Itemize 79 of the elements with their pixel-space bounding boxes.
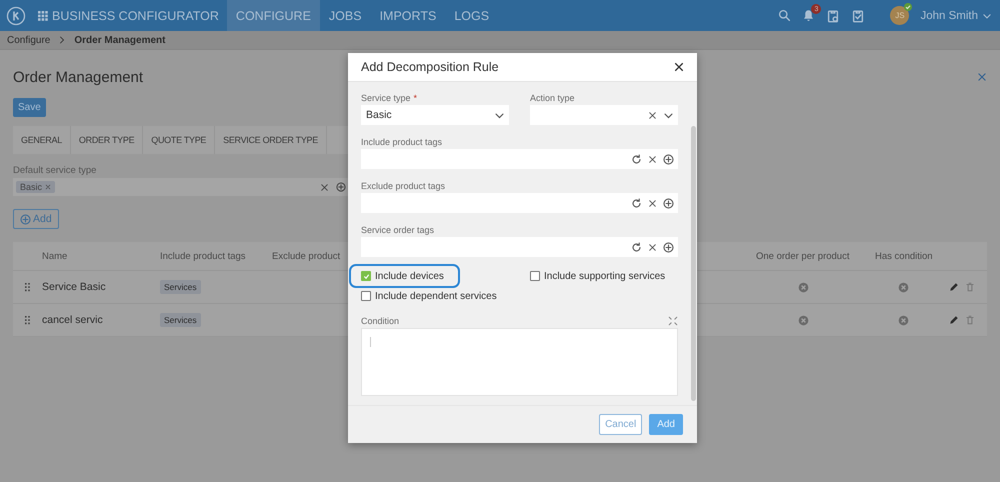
nav-tab[interactable]: JOBS xyxy=(320,0,371,31)
settings-tab[interactable]: SERVICE ORDER TYPE xyxy=(215,126,327,154)
remove-icon xyxy=(45,184,52,190)
user-avatar[interactable]: JS xyxy=(890,6,910,25)
add-icon xyxy=(663,242,674,252)
clear-icon xyxy=(648,154,657,164)
nav-tab[interactable]: IMPORTS xyxy=(370,0,446,31)
tag-chip: Services xyxy=(160,280,201,294)
rule-name: Service Basic xyxy=(42,281,106,293)
app-title: BUSINESS CONFIGURATOR xyxy=(52,8,219,22)
check-icon xyxy=(362,272,370,280)
add-icon xyxy=(663,154,674,164)
refresh-icon xyxy=(631,242,642,252)
tag-chip[interactable]: Basic xyxy=(16,181,56,193)
clipboard-clock-icon xyxy=(826,8,840,22)
field-label: Service type xyxy=(361,92,411,102)
settings-tab[interactable]: GENERAL xyxy=(13,126,71,154)
clear-icon xyxy=(648,242,657,252)
trash-icon xyxy=(965,315,975,325)
clear-icon xyxy=(320,182,329,192)
close-icon[interactable] xyxy=(674,62,684,72)
drag-handle-icon[interactable] xyxy=(25,316,30,324)
chevron-right-icon xyxy=(58,36,66,44)
refresh-icon xyxy=(631,154,642,164)
breadcrumb-current: Order Management xyxy=(74,34,166,46)
online-check-icon xyxy=(904,3,912,11)
bell-icon[interactable] xyxy=(802,9,816,22)
clipboard-check-icon xyxy=(851,8,866,22)
cancel-button[interactable]: Cancel xyxy=(599,414,642,435)
search-icon xyxy=(778,9,792,22)
field-label: Include product tags xyxy=(361,136,442,146)
scrollbar[interactable] xyxy=(691,126,696,401)
checkbox[interactable]: Include devices xyxy=(351,266,458,286)
field-label: Action type xyxy=(530,92,575,102)
logo-icon[interactable] xyxy=(6,6,26,26)
field-label: Condition xyxy=(361,314,400,328)
column-header: Exclude product xyxy=(272,250,340,262)
nav-tab[interactable]: CONFIGURE xyxy=(226,0,320,31)
column-header: Include product tags xyxy=(160,250,246,262)
rule-name: cancel servic xyxy=(42,314,103,326)
settings-tab[interactable]: QUOTE TYPE xyxy=(143,126,216,154)
add-button[interactable]: Add xyxy=(649,414,683,435)
expand-icon xyxy=(668,316,678,326)
column-header: Has condition xyxy=(875,250,933,262)
tag-chip: Services xyxy=(160,313,201,327)
save-button[interactable]: Save xyxy=(13,98,46,117)
tag-input-field[interactable] xyxy=(361,149,678,169)
add-icon xyxy=(663,198,674,208)
service-type-field[interactable]: Basic xyxy=(13,178,349,196)
tag-input-field[interactable] xyxy=(361,193,678,213)
drag-handle-icon[interactable] xyxy=(25,282,30,292)
edit-icon[interactable] xyxy=(949,315,959,325)
checkbox[interactable]: Include dependent services xyxy=(361,286,509,306)
select-field[interactable] xyxy=(530,105,678,125)
trash-icon xyxy=(965,282,975,292)
add-icon xyxy=(20,214,31,224)
add-button[interactable]: Add xyxy=(13,209,59,229)
clear-icon xyxy=(648,110,657,120)
column-header: One order per product xyxy=(756,250,850,262)
apps-grid-icon[interactable] xyxy=(38,10,48,20)
add-icon xyxy=(336,182,346,192)
page-title: Order Management xyxy=(13,69,144,86)
user-name[interactable]: John Smith xyxy=(920,10,978,22)
nav-tab[interactable]: LOGS xyxy=(445,0,498,31)
close-icon xyxy=(977,72,987,82)
breadcrumb-link[interactable]: Configure xyxy=(7,34,50,46)
clear-icon xyxy=(648,198,657,208)
tag-input-field[interactable] xyxy=(361,237,678,257)
required-mark: * xyxy=(414,92,418,102)
settings-tab[interactable]: ORDER TYPE xyxy=(70,126,144,154)
select-field[interactable]: Basic xyxy=(361,105,509,125)
checkbox[interactable]: Include supporting services xyxy=(530,266,678,286)
dialog-title: Add Decomposition Rule xyxy=(361,60,499,74)
refresh-icon xyxy=(631,198,642,208)
edit-icon[interactable] xyxy=(949,282,959,292)
field-label: Default service type xyxy=(13,165,98,176)
column-header: Name xyxy=(42,250,68,262)
field-label: Service order tags xyxy=(361,224,434,234)
field-label: Exclude product tags xyxy=(361,180,446,190)
